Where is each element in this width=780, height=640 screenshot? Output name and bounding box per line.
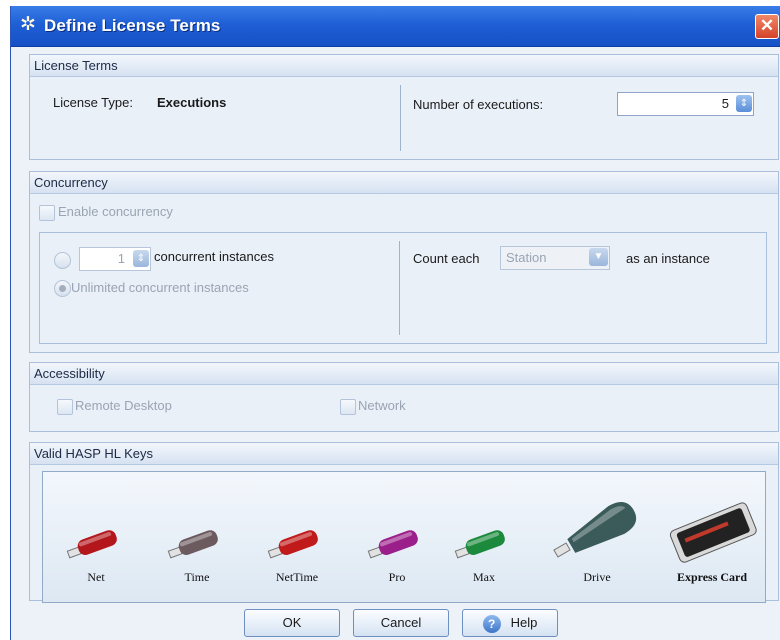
- unlimited-instances-radio[interactable]: [54, 280, 71, 297]
- key-drive: Drive: [542, 496, 652, 585]
- close-button[interactable]: ✕: [755, 14, 779, 39]
- count-each-combo[interactable]: Station ▼: [500, 246, 610, 270]
- help-button-label: Help: [510, 615, 538, 630]
- remote-desktop-label: Remote Desktop: [75, 398, 172, 413]
- concurrency-group: Concurrency Enable concurrency 1 ⇕ concu…: [29, 171, 779, 353]
- key-label: Drive: [583, 570, 611, 584]
- concurrent-instances-radio[interactable]: [54, 252, 71, 269]
- key-nettime: NetTime: [247, 520, 347, 585]
- gear-icon: ✲: [20, 14, 36, 35]
- unlimited-instances-label: Unlimited concurrent instances: [71, 280, 249, 295]
- enable-concurrency-label: Enable concurrency: [58, 204, 173, 219]
- key-pro: Pro: [347, 520, 447, 585]
- key-express-card: Express Card: [661, 492, 763, 585]
- executions-value: 5: [721, 96, 729, 111]
- count-each-value: Station: [506, 250, 547, 265]
- usb-key-icon: [267, 530, 318, 559]
- license-terms-group: License Terms License Type: Executions N…: [29, 54, 779, 160]
- concurrency-inner-panel: 1 ⇕ concurrent instances Unlimited concu…: [39, 232, 767, 344]
- as-instance-label: as an instance: [626, 251, 710, 266]
- help-icon: ?: [482, 614, 501, 633]
- window-title: Define License Terms: [44, 16, 221, 35]
- divider: [399, 241, 400, 335]
- executions-label: Number of executions:: [413, 97, 544, 112]
- license-terms-header: License Terms: [30, 55, 778, 77]
- title-bar[interactable]: ✲ Define License Terms ✕: [11, 6, 780, 47]
- executions-stepper[interactable]: 5 ⇕: [617, 92, 754, 116]
- dialog-window: ✲ Define License Terms ✕ License Terms L…: [10, 6, 780, 640]
- key-label: Time: [184, 570, 210, 584]
- chevron-down-icon[interactable]: ▼: [589, 248, 608, 266]
- concurrency-header: Concurrency: [30, 172, 778, 194]
- enable-concurrency-checkbox[interactable]: [39, 205, 55, 221]
- accessibility-header: Accessibility: [30, 363, 778, 385]
- concurrent-instances-label: concurrent instances: [154, 249, 274, 264]
- license-type-value: Executions: [157, 95, 227, 110]
- network-checkbox[interactable]: [340, 399, 356, 415]
- usb-key-icon: [454, 530, 505, 559]
- key-label: NetTime: [275, 570, 319, 584]
- license-type-label: License Type:: [53, 95, 133, 110]
- remote-desktop-checkbox[interactable]: [57, 399, 73, 415]
- key-label: Net: [87, 570, 105, 584]
- network-label: Network: [358, 398, 406, 413]
- key-max: Max: [434, 520, 534, 585]
- key-net: Net: [46, 520, 146, 585]
- key-label: Max: [473, 570, 495, 584]
- key-time: Time: [147, 520, 247, 585]
- key-label: Pro: [388, 570, 406, 584]
- key-label: Express Card: [676, 570, 748, 584]
- keys-header: Valid HASP HL Keys: [30, 443, 778, 465]
- spinner-arrows-icon[interactable]: ⇕: [736, 95, 752, 112]
- usb-key-icon: [66, 530, 117, 559]
- key-body: [567, 501, 637, 553]
- express-card-icon: [669, 502, 757, 563]
- divider: [400, 85, 401, 151]
- ok-button[interactable]: OK: [244, 609, 340, 637]
- usb-key-icon: [167, 530, 218, 559]
- keys-panel: Net Time NetTime Pro Max Drive Express C…: [42, 471, 766, 603]
- accessibility-group: Accessibility Remote Desktop Network: [29, 362, 779, 432]
- cancel-button[interactable]: Cancel: [353, 609, 449, 637]
- instances-stepper[interactable]: 1 ⇕: [79, 247, 151, 271]
- instances-value: 1: [117, 251, 125, 266]
- help-button[interactable]: ? Help: [462, 609, 558, 637]
- keys-group: Valid HASP HL Keys Net Time NetTime Pro …: [29, 442, 779, 603]
- usb-key-icon: [367, 530, 418, 559]
- count-each-label: Count each: [413, 251, 480, 266]
- usb-drive-icon: [553, 501, 637, 558]
- spinner-arrows-icon[interactable]: ⇕: [133, 250, 149, 267]
